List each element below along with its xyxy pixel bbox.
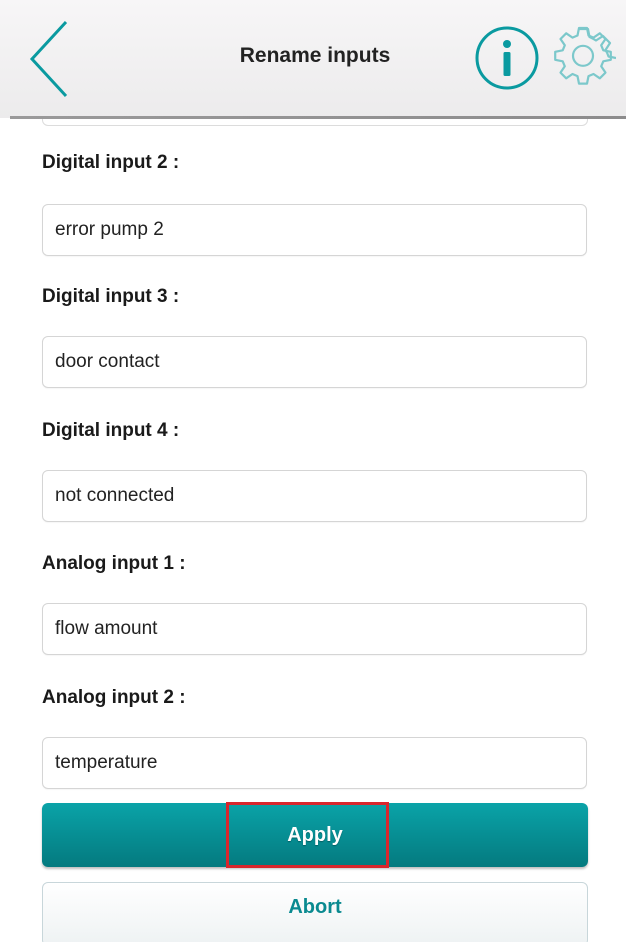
gear-icon xyxy=(554,26,617,85)
analog-input-1-field[interactable] xyxy=(42,603,587,655)
page-title: Rename inputs xyxy=(239,44,391,67)
info-icon xyxy=(475,26,539,90)
analog-input-1-label: Analog input 1 : xyxy=(42,553,186,574)
rename-inputs-screen: Rename inputs Digital input 2 : Digital … xyxy=(0,0,626,942)
info-button[interactable] xyxy=(474,25,540,91)
digital-input-3-label: Digital input 3 : xyxy=(42,286,180,307)
analog-input-2-label: Analog input 2 : xyxy=(42,687,186,708)
chevron-left-icon xyxy=(29,20,68,98)
header-divider xyxy=(10,116,626,119)
digital-input-4-label: Digital input 4 : xyxy=(42,420,180,441)
abort-button[interactable]: Abort xyxy=(42,882,588,942)
digital-input-4-field[interactable] xyxy=(42,470,587,522)
settings-button[interactable] xyxy=(550,25,617,91)
analog-input-2-field[interactable] xyxy=(42,737,587,789)
back-button[interactable] xyxy=(20,18,80,100)
app-header: Rename inputs xyxy=(0,0,626,118)
digital-input-3-field[interactable] xyxy=(42,336,587,388)
digital-input-2-field[interactable] xyxy=(42,204,587,256)
digital-input-2-label: Digital input 2 : xyxy=(42,152,180,173)
apply-button[interactable]: Apply xyxy=(42,803,588,867)
